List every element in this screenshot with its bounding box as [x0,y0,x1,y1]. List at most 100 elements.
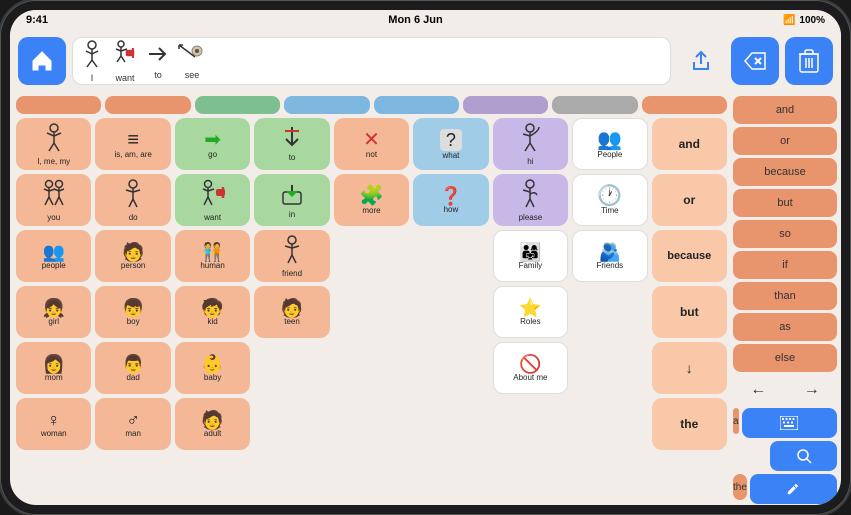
right-bottom-area: ← → a [733,375,837,504]
cell-about-me[interactable]: 🚫 About me [493,342,568,394]
top-bar: I [10,30,841,92]
sentence-word-see: see [177,43,207,80]
empty-space [733,441,767,471]
cell-friend[interactable]: friend [254,230,329,282]
symbol-grid-row5: 👩 mom 👨 dad 👶 baby 🚫 [16,342,727,394]
conn-so[interactable]: so [733,220,837,248]
share-button[interactable] [677,37,725,85]
cell-empty-5 [572,286,647,338]
cell-people[interactable]: 👥 people [16,230,91,282]
cell-do[interactable]: do [95,174,170,226]
conn-because[interactable]: because [733,158,837,186]
word-to-label: to [154,70,162,80]
cell-woman[interactable]: ♀ woman [16,398,91,450]
edit-button[interactable] [750,474,837,504]
status-bar: 9:41 Mon 6 Jun 📶 100% [10,10,841,30]
backspace-button[interactable] [731,37,779,85]
nav-right-button[interactable]: → [787,375,838,405]
home-button[interactable] [18,37,66,85]
cell-want[interactable]: want [175,174,250,226]
cell-dad[interactable]: 👨 dad [95,342,170,394]
cell-kid[interactable]: 🧒 kid [175,286,250,338]
cell-how[interactable]: ❓ how [413,174,488,226]
cat-tab-7[interactable] [642,96,727,114]
cell-to[interactable]: to [254,118,329,170]
symbol-grid-area: I, me, my ≡ is, am, are ➡ go [10,92,733,505]
cat-tab-6[interactable] [552,96,637,114]
cat-tab-5[interactable] [463,96,548,114]
cell-baby[interactable]: 👶 baby [175,342,250,394]
conn-but[interactable]: but [733,189,837,217]
cell-family[interactable]: 👨‍👩‍👧 Family [493,230,568,282]
cell-in[interactable]: in [254,174,329,226]
word-want-label: want [115,73,134,83]
main-content: I, me, my ≡ is, am, are ➡ go [10,92,841,505]
cell-go[interactable]: ➡ go [175,118,250,170]
cat-tab-4[interactable] [374,96,459,114]
cell-down-arrow[interactable]: ↓ [652,342,727,394]
cell-and[interactable]: and [652,118,727,170]
cell-empty-4 [413,286,488,338]
cell-i-me-my[interactable]: I, me, my [16,118,91,170]
edit-row: the [733,474,837,504]
word-a[interactable]: a [733,408,739,434]
conn-if[interactable]: if [733,251,837,279]
cell-what[interactable]: ? what [413,118,488,170]
cell-girl[interactable]: 👧 girl [16,286,91,338]
cell-adult[interactable]: 🧑 adult [175,398,250,450]
cell-empty-14 [572,398,647,450]
cell-or[interactable]: or [652,174,727,226]
symbol-grid-row2: you [16,174,727,226]
cell-you[interactable]: you [16,174,91,226]
conn-else[interactable]: else [733,344,837,372]
cell-empty-13 [493,398,568,450]
cell-time[interactable]: 🕐 Time [572,174,647,226]
sentence-word-want: want [111,40,139,83]
cell-people[interactable]: 👥 People [572,118,647,170]
cell-hi[interactable]: hi [493,118,568,170]
symbol-grid-row1: I, me, my ≡ is, am, are ➡ go [16,118,727,170]
status-date: Mon 6 Jun [388,14,442,26]
symbol-grid-row6: ♀ woman ♂ man 🧑 adult [16,398,727,450]
cell-person[interactable]: 🧑 person [95,230,170,282]
cell-man[interactable]: ♂ man [95,398,170,450]
sentence-word-to: to [147,43,169,80]
cat-tab-2[interactable] [195,96,280,114]
symbol-grid-row3: 👥 people 🧑 person 🧑‍🤝‍🧑 human [16,230,727,282]
cell-the[interactable]: the [652,398,727,450]
status-time: 9:41 [26,14,48,26]
cell-empty-2 [413,230,488,282]
cell-friends[interactable]: 🫂 Friends [572,230,647,282]
keyboard-button[interactable] [742,408,837,438]
cell-because[interactable]: because [652,230,727,282]
cat-tab-1[interactable] [105,96,190,114]
conn-or[interactable]: or [733,127,837,155]
cell-not[interactable]: ✕ not [334,118,409,170]
conn-and[interactable]: and [733,96,837,124]
sentence-word-i: I [81,40,103,83]
nav-row: ← → [733,375,837,405]
cell-teen[interactable]: 🧑 teen [254,286,329,338]
cell-mom[interactable]: 👩 mom [16,342,91,394]
delete-button[interactable] [785,37,833,85]
ipad-screen: 9:41 Mon 6 Jun 📶 100% [10,10,841,505]
status-right: 📶 100% [783,15,825,26]
cell-human[interactable]: 🧑‍🤝‍🧑 human [175,230,250,282]
cell-but[interactable]: but [652,286,727,338]
cat-tab-3[interactable] [284,96,369,114]
cell-empty-11 [334,398,409,450]
cell-boy[interactable]: 👦 boy [95,286,170,338]
nav-left-button[interactable]: ← [733,375,784,405]
search-button[interactable] [770,441,837,471]
cell-more[interactable]: 🧩 more [334,174,409,226]
category-tabs [16,96,727,114]
cell-empty-12 [413,398,488,450]
word-the[interactable]: the [733,474,747,500]
cell-please[interactable]: please [493,174,568,226]
cat-tab-0[interactable] [16,96,101,114]
cell-is-am-are[interactable]: ≡ is, am, are [95,118,170,170]
cell-roles[interactable]: ⭐ Roles [493,286,568,338]
cell-empty-6 [254,342,329,394]
conn-as[interactable]: as [733,313,837,341]
conn-than[interactable]: than [733,282,837,310]
